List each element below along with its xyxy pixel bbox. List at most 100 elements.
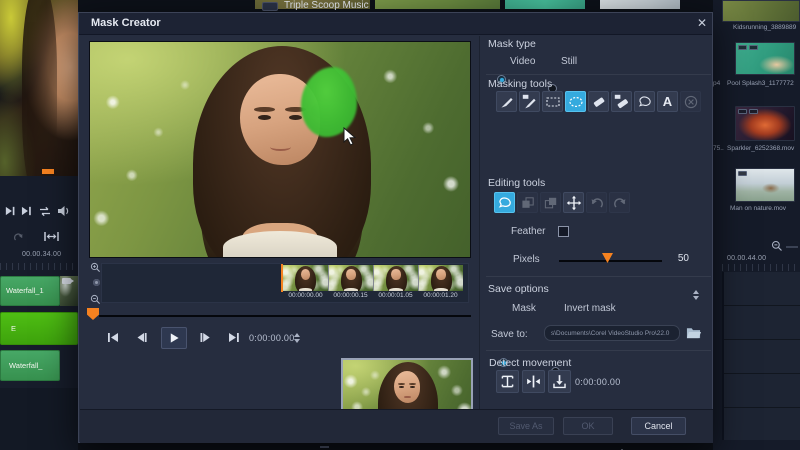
dialog-titlebar[interactable]: Mask Creator ✕ [79,13,712,35]
next-frame-icon[interactable] [199,331,213,344]
timeline-clip-waterfall-2[interactable]: Waterfall_ [0,350,60,381]
save-path-field[interactable]: s\Documents\Corel VideoStudio Pro\22.0 [544,325,680,341]
background-preview-photo [0,0,78,176]
thumbnail-timecode: 00:00:00.00 [283,292,328,299]
cancel-button[interactable]: Cancel [631,417,686,435]
music-library-item[interactable]: Triple Scoop Music [284,0,369,11]
close-icon[interactable]: ✕ [697,16,707,30]
save-to-label: Save to: [491,329,528,340]
rectangle-mask-tool[interactable] [542,91,563,112]
go-start-icon[interactable] [106,331,120,344]
dialog-footer [80,409,713,443]
detect-whole-clip-tool[interactable] [496,370,519,393]
ok-button[interactable]: OK [563,417,613,435]
fit-project-icon[interactable] [43,230,60,243]
eraser-tool[interactable] [588,91,609,112]
eye [258,115,272,120]
timeline-thumbnail[interactable] [328,265,373,291]
go-end-icon[interactable] [227,331,241,344]
redo-icon[interactable] [12,231,25,243]
library-item-label[interactable]: Man on nature.mov [730,205,786,212]
clip-label: E [11,325,16,333]
pixels-label: Pixels [513,254,540,265]
folder-open-icon[interactable] [686,326,701,339]
zoom-in-icon[interactable] [90,262,101,273]
timeline-thumbnail[interactable] [418,265,463,291]
timeline-timecodes: 00:00:00.00 00:00:00.15 00:00:01.05 00:0… [283,292,463,299]
video-frame [90,42,470,257]
move-mask-tool[interactable] [563,192,584,213]
prev-frame-icon[interactable] [134,331,148,344]
section-divider [486,74,711,75]
copy-mask-tool[interactable] [517,192,538,213]
clip-thumbnail[interactable] [60,276,78,306]
loop-icon[interactable] [38,206,52,217]
library-thumbnail[interactable] [735,106,795,141]
timeline-clip-title[interactable]: E [0,312,78,345]
speaker-icon[interactable] [57,205,70,217]
video-camera-icon [62,278,71,284]
zoom-out-icon[interactable] [90,294,101,305]
video-radio-label[interactable]: Video [510,56,535,67]
zoom-slider[interactable] [786,246,798,248]
play-icon [168,332,180,344]
brush-mask-tool[interactable] [496,91,517,112]
library-thumbnail-sliver[interactable] [505,0,585,9]
playhead-marker[interactable] [87,308,99,320]
pixels-slider[interactable] [559,260,662,262]
right-ruler [722,264,800,271]
detect-to-position-tool[interactable] [522,370,545,393]
text-mask-tool[interactable]: A [657,91,678,112]
library-thumbnail[interactable] [735,168,795,202]
freehand-mask-tool[interactable] [634,91,655,112]
save-as-label: Save As [509,421,542,431]
masking-toolbar: A [496,91,701,112]
feather-checkbox[interactable] [558,226,569,237]
library-thumbnail[interactable] [735,42,795,75]
timeline-clip-waterfall-1[interactable]: Waterfall_1 [0,276,60,306]
smart-brush-mask-tool[interactable] [519,91,540,112]
editing-tools-heading: Editing tools [488,177,545,189]
library-thumbnail-sliver[interactable] [600,0,680,9]
timeline-zoom-knob[interactable] [93,279,100,286]
detect-to-timecode-tool[interactable] [548,370,571,393]
zoom-out-icon[interactable] [771,240,783,252]
clip-label: Waterfall_1 [6,287,44,295]
right-timeline-timecode: 00.00.44.00 [727,255,766,262]
clear-mask-tool[interactable] [680,91,701,112]
play-button[interactable] [161,327,187,349]
mask-preview-canvas[interactable] [89,41,471,258]
transport-timecode[interactable]: 0:00:00.00 [249,333,295,343]
duplicate-mask-tool[interactable] [540,192,561,213]
timeline-thumbnails[interactable] [283,265,463,291]
panel-divider [479,36,480,410]
left-timeline-timecode: 00.00.34.00 [22,251,61,258]
shape-edit-tool[interactable] [494,192,515,213]
section-divider [486,276,711,277]
next-frame-icon[interactable] [4,205,16,217]
redo-icon[interactable] [609,192,630,213]
library-item-fragment: 75.. [713,145,724,152]
ellipse-mask-tool[interactable] [565,91,586,112]
still-radio-label[interactable]: Still [561,56,577,67]
scrubber-track[interactable] [99,315,471,317]
smile [270,143,291,151]
invert-mask-radio-label[interactable]: Invert mask [564,303,616,314]
spinner-icon[interactable] [294,332,301,344]
library-item-label[interactable]: Kidsrunning_3889889 [733,24,796,31]
library-thumbnail-sliver[interactable] [375,0,500,9]
smart-eraser-tool[interactable] [611,91,632,112]
library-item-label[interactable]: Pool Splash3_1177772 [727,80,794,87]
spinner-icon[interactable] [693,289,700,301]
timeline-thumbnail[interactable] [373,265,418,291]
pixels-value[interactable]: 50 [671,253,689,264]
save-as-button[interactable]: Save As [498,417,554,435]
undo-icon[interactable] [586,192,607,213]
go-end-icon[interactable] [21,205,33,217]
library-item-label[interactable]: Sparkler_6252368.mov [727,145,794,152]
library-thumbnail[interactable] [722,0,800,22]
timeline-thumbnail[interactable] [283,265,328,291]
detect-timecode[interactable]: 0:00:00.00 [575,377,621,387]
codec-badge [749,109,758,114]
mask-radio-label[interactable]: Mask [512,303,536,314]
